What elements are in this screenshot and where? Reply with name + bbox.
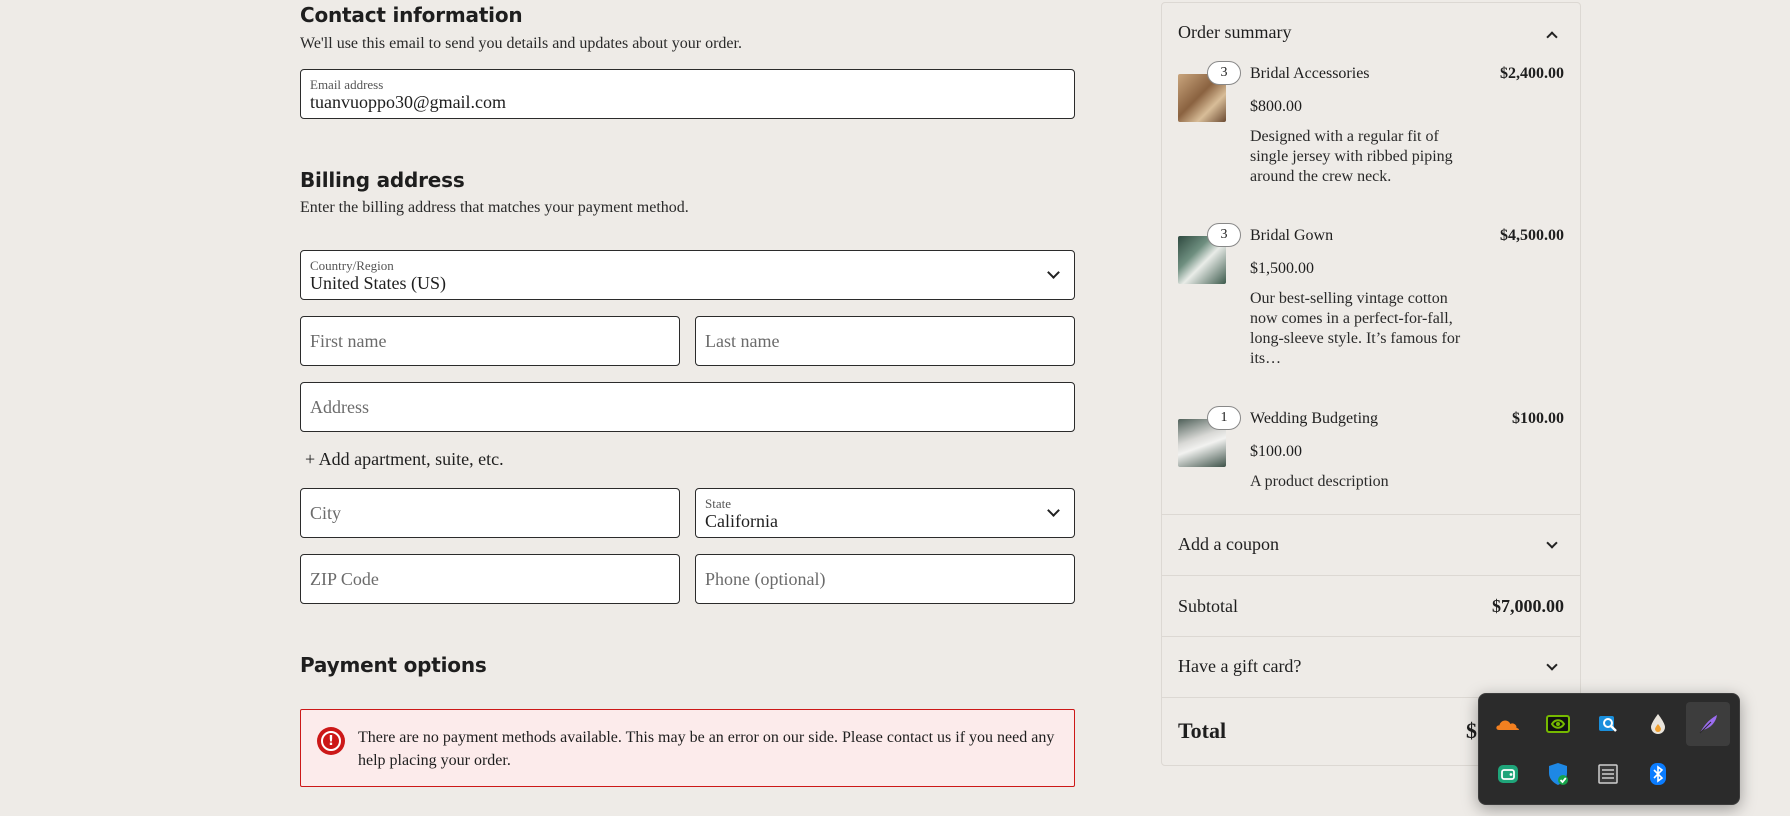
system-tray-overflow — [1478, 693, 1740, 805]
payment-heading: Payment options — [300, 653, 487, 677]
product-unit-price: $800.00 — [1250, 98, 1302, 115]
contact-description: We'll use this email to send you details… — [300, 35, 742, 52]
product-line-total: $4,500.00 — [1500, 227, 1564, 244]
wallet-app-icon[interactable] — [1486, 752, 1530, 796]
last-name-placeholder: Last name — [705, 330, 780, 351]
subtotal-value: $7,000.00 — [1492, 596, 1564, 616]
divider — [1162, 514, 1580, 515]
divider — [1162, 575, 1580, 576]
total-label: Total — [1178, 718, 1227, 743]
chevron-down-icon — [1047, 504, 1060, 517]
order-summary-title[interactable]: Order summary — [1178, 22, 1291, 43]
product-name: Wedding Budgeting — [1250, 410, 1379, 427]
quantity-badge: 1 — [1207, 406, 1241, 430]
country-label: Country/Region — [310, 258, 394, 273]
alert-circle-icon: ! — [317, 727, 345, 755]
outlook-search-icon[interactable] — [1586, 702, 1630, 746]
phone-placeholder: Phone (optional) — [705, 568, 826, 589]
address-placeholder: Address — [310, 396, 369, 417]
state-value: California — [705, 511, 778, 531]
feather-icon[interactable] — [1686, 702, 1730, 746]
last-name-field[interactable]: Last name — [695, 316, 1075, 366]
windows-security-icon[interactable] — [1536, 752, 1580, 796]
product-line-total: $2,400.00 — [1500, 65, 1564, 82]
bluetooth-icon[interactable] — [1636, 752, 1680, 796]
add-coupon-toggle[interactable]: Add a coupon — [1178, 534, 1279, 555]
quantity-badge: 3 — [1207, 223, 1241, 247]
phone-field[interactable]: Phone (optional) — [695, 554, 1075, 604]
product-line-total: $100.00 — [1512, 410, 1564, 427]
product-description: Our best-selling vintage cotton now come… — [1250, 290, 1461, 367]
product-name: Bridal Accessories — [1250, 65, 1370, 82]
billing-heading: Billing address — [300, 168, 465, 192]
country-select[interactable]: Country/Region United States (US) — [300, 250, 1075, 300]
product-unit-price: $100.00 — [1250, 443, 1302, 460]
country-value: United States (US) — [310, 273, 446, 293]
billing-description: Enter the billing address that matches y… — [300, 199, 689, 216]
first-name-placeholder: First name — [310, 330, 387, 351]
product-name: Bridal Gown — [1250, 227, 1334, 244]
product-unit-price: $1,500.00 — [1250, 260, 1314, 277]
total-value: $ — [1466, 718, 1477, 743]
first-name-field[interactable]: First name — [300, 316, 680, 366]
email-value[interactable]: tuanvuoppo30@gmail.com — [310, 92, 506, 113]
email-label: Email address — [310, 77, 384, 92]
display-adapter-icon[interactable] — [1586, 752, 1630, 796]
payment-error-text: There are no payment methods available. … — [358, 729, 1055, 769]
state-label: State — [705, 496, 731, 511]
cloudflare-icon[interactable] — [1486, 702, 1530, 746]
nvidia-icon[interactable] — [1536, 702, 1580, 746]
address-field[interactable]: Address — [300, 382, 1075, 432]
gift-card-toggle[interactable]: Have a gift card? — [1178, 656, 1301, 677]
city-field[interactable]: City — [300, 488, 680, 538]
chevron-down-icon — [1047, 266, 1060, 279]
subtotal-label: Subtotal — [1178, 596, 1239, 616]
state-select[interactable]: State California — [695, 488, 1075, 538]
zip-placeholder: ZIP Code — [310, 568, 379, 589]
contact-heading: Contact information — [300, 3, 523, 27]
payment-error-notice: ! There are no payment methods available… — [300, 709, 1075, 787]
product-description: Designed with a regular fit of single je… — [1250, 128, 1453, 185]
zip-field[interactable]: ZIP Code — [300, 554, 680, 604]
product-description: A product description — [1250, 473, 1389, 490]
drop-icon[interactable] — [1636, 702, 1680, 746]
email-field[interactable]: Email address tuanvuoppo30@gmail.com — [300, 69, 1075, 119]
quantity-badge: 3 — [1207, 61, 1241, 85]
add-apartment-link[interactable]: + Add apartment, suite, etc. — [305, 449, 504, 470]
city-placeholder: City — [310, 502, 342, 523]
divider — [1162, 636, 1580, 637]
